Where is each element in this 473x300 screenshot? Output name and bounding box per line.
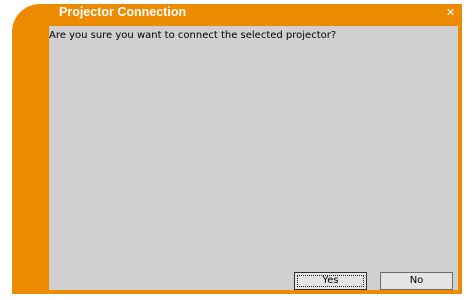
yes-button[interactable]: Yes [294,272,367,290]
no-button[interactable]: No [380,272,453,290]
projector-connection-dialog: Projector Connection ✕ Are you sure you … [12,4,462,294]
dialog-title: Projector Connection [59,5,187,19]
close-icon[interactable]: ✕ [444,6,457,19]
confirmation-message: Are you sure you want to connect the sel… [49,30,337,41]
title-bar[interactable]: Projector Connection ✕ [12,4,462,21]
dialog-content: Are you sure you want to connect the sel… [49,26,458,290]
